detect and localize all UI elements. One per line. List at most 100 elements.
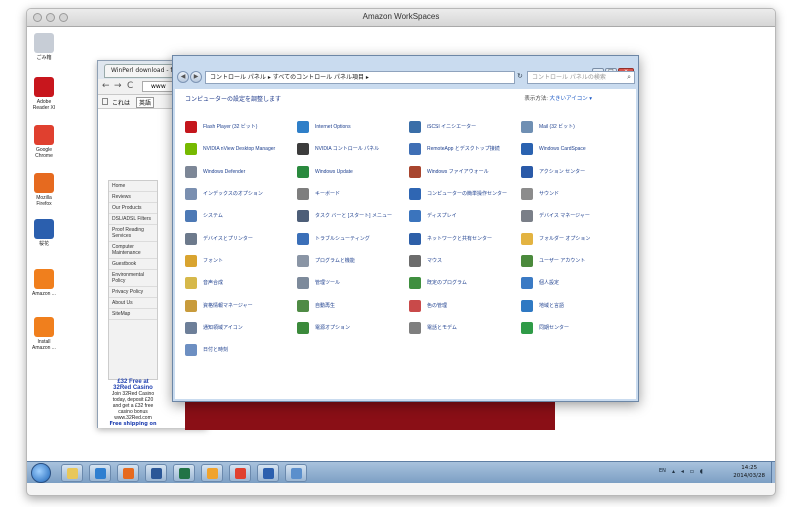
control-panel-item[interactable]: サウンド [521, 183, 633, 205]
taskbar-button[interactable] [61, 464, 83, 482]
desktop-icon[interactable]: 桜花 [29, 219, 59, 247]
site-menu-item[interactable]: Computer Maintenance [109, 242, 157, 259]
control-panel-item[interactable]: アクション センター [521, 161, 633, 183]
windows-update-icon [297, 165, 309, 178]
site-menu-item[interactable]: Our Products [109, 203, 157, 214]
clock[interactable]: 14:25 2014/03/28 [733, 464, 765, 480]
address-bar[interactable]: コントロール パネル ▸ すべてのコントロール パネル項目 ▸ [205, 71, 515, 84]
taskbar-button[interactable] [201, 464, 223, 482]
internet-explorer-icon [95, 468, 106, 479]
site-menu-item[interactable]: Environmental Policy [109, 270, 157, 287]
site-menu: Home Reviews Our Products DSL/ADSL Filters P… [108, 180, 158, 380]
ad-block[interactable]: £32 Free at 32Red Casino Join 32Red Casi… [108, 379, 158, 421]
taskbar-button[interactable] [173, 464, 195, 482]
site-menu-item[interactable]: Proof Reading Services [109, 225, 157, 242]
free-shipping-text[interactable]: Free shipping on [108, 421, 158, 427]
site-menu-item[interactable]: About Us [109, 298, 157, 309]
control-panel-item[interactable]: ネットワークと共有センター [409, 227, 521, 249]
desktop-icon[interactable]: Google Chrome [29, 125, 59, 159]
control-panel-item[interactable]: Windows Update [297, 161, 409, 183]
control-panel-item[interactable]: 音声合成 [185, 272, 297, 294]
control-panel-item[interactable]: Windows ファイアウォール [409, 161, 521, 183]
refresh-icon[interactable]: ↻ [517, 72, 523, 80]
control-panel-item[interactable]: 通知領域アイコン [185, 317, 297, 339]
site-menu-item[interactable]: DSL/ADSL Filters [109, 214, 157, 225]
search-icon[interactable]: ⌕ [627, 72, 631, 83]
ad-headline[interactable]: £32 Free at 32Red Casino [108, 379, 158, 391]
desktop-icon[interactable]: Mozilla Firefox [29, 173, 59, 207]
control-panel-item[interactable]: 個人設定 [521, 272, 633, 294]
control-panel-item[interactable]: 日付と時刻 [185, 339, 297, 361]
desktop-icon[interactable]: Amazon ... [29, 269, 59, 297]
forward-button[interactable]: ▶ [190, 71, 202, 83]
language-indicator[interactable]: EN [659, 468, 666, 474]
start-button[interactable] [31, 463, 51, 483]
taskbar-button[interactable] [229, 464, 251, 482]
reload-icon[interactable]: C [127, 81, 133, 91]
control-panel-item-label: 音声合成 [203, 280, 224, 287]
control-panel-item[interactable]: ユーザー アカウント [521, 250, 633, 272]
control-panel-item-label: プログラムと機能 [315, 257, 355, 264]
taskbar-button[interactable] [89, 464, 111, 482]
forward-icon[interactable]: → [114, 81, 122, 91]
control-panel-item[interactable]: デバイスとプリンター [185, 227, 297, 249]
control-panel-item[interactable]: タスク バーと [スタート] メニュー [297, 205, 409, 227]
keyboard-icon [297, 188, 309, 201]
site-menu-item[interactable]: Guestbook [109, 259, 157, 270]
show-desktop-button[interactable] [771, 462, 775, 483]
view-by-dropdown[interactable]: 大きいアイコン ▾ [549, 96, 592, 102]
control-panel-item[interactable]: マウス [409, 250, 521, 272]
control-panel-item[interactable]: iSCSI イニシエーター [409, 116, 521, 138]
desktop-icon[interactable]: Adobe Reader XI [29, 77, 59, 111]
control-panel-item[interactable]: インデックスのオプション [185, 183, 297, 205]
control-panel-item[interactable]: 地域と言語 [521, 294, 633, 316]
control-panel-item[interactable]: RemoteApp とデスクトップ接続 [409, 138, 521, 160]
taskbar-button[interactable] [117, 464, 139, 482]
site-menu-item[interactable]: Privacy Policy [109, 287, 157, 298]
desktop-icon[interactable]: ごみ箱 [29, 33, 59, 61]
desktop-icon[interactable]: Install Amazon ... [29, 317, 59, 351]
tray-icons[interactable]: ▴ ◂ ▫ ◖ [672, 468, 705, 475]
control-panel-item[interactable]: Windows CardSpace [521, 138, 633, 160]
control-panel-item[interactable]: デバイス マネージャー [521, 205, 633, 227]
control-panel-item[interactable]: 既定のプログラム [409, 272, 521, 294]
control-panel-item[interactable]: キーボード [297, 183, 409, 205]
site-menu-item[interactable]: Home [109, 181, 157, 192]
control-panel-item-label: 資格情報マネージャー [203, 302, 253, 309]
control-panel-item[interactable]: Flash Player (32 ビット) [185, 116, 297, 138]
control-panel-item[interactable]: 電源オプション [297, 317, 409, 339]
control-panel-item[interactable]: 電話とモデム [409, 317, 521, 339]
control-panel-item[interactable]: 自動再生 [297, 294, 409, 316]
control-panel-item[interactable]: フォルダー オプション [521, 227, 633, 249]
iscsi-icon [409, 121, 421, 134]
control-panel-item[interactable]: システム [185, 205, 297, 227]
control-panel-item[interactable]: Mail (32 ビット) [521, 116, 633, 138]
site-menu-item[interactable]: SiteMap [109, 309, 157, 320]
control-panel-item[interactable]: Internet Options [297, 116, 409, 138]
device-manager-icon [521, 210, 533, 223]
taskbar-button[interactable] [145, 464, 167, 482]
site-menu-item[interactable]: Reviews [109, 192, 157, 203]
display-icon [409, 210, 421, 223]
control-panel-item[interactable]: NVIDIA コントロール パネル [297, 138, 409, 160]
back-button[interactable]: ◀ [177, 71, 189, 83]
taskbar-button[interactable] [285, 464, 307, 482]
control-panel-item[interactable]: プログラムと機能 [297, 250, 409, 272]
control-panel-item[interactable]: 資格情報マネージャー [185, 294, 297, 316]
translate-language-button[interactable]: 英語 [136, 97, 155, 108]
search-input[interactable]: コントロール パネルの検索 ⌕ [527, 71, 635, 84]
taskbar-button[interactable] [257, 464, 279, 482]
control-panel-item[interactable]: 色の管理 [409, 294, 521, 316]
control-panel-item[interactable]: ディスプレイ [409, 205, 521, 227]
credential-icon [185, 299, 197, 312]
control-panel-item[interactable]: Windows Defender [185, 161, 297, 183]
control-panel-item[interactable]: 管理ツール [297, 272, 409, 294]
control-panel-item[interactable]: トラブルシューティング [297, 227, 409, 249]
control-panel-item[interactable]: NVIDIA nView Desktop Manager [185, 138, 297, 160]
control-panel-item[interactable]: コンピューターの簡単操作センター [409, 183, 521, 205]
control-panel-item-label: Internet Options [315, 124, 351, 131]
back-icon[interactable]: ← [102, 81, 110, 91]
control-panel-item[interactable]: 同期センター [521, 317, 633, 339]
desktop-icon-label: ごみ箱 [36, 55, 52, 61]
control-panel-item[interactable]: フォント [185, 250, 297, 272]
